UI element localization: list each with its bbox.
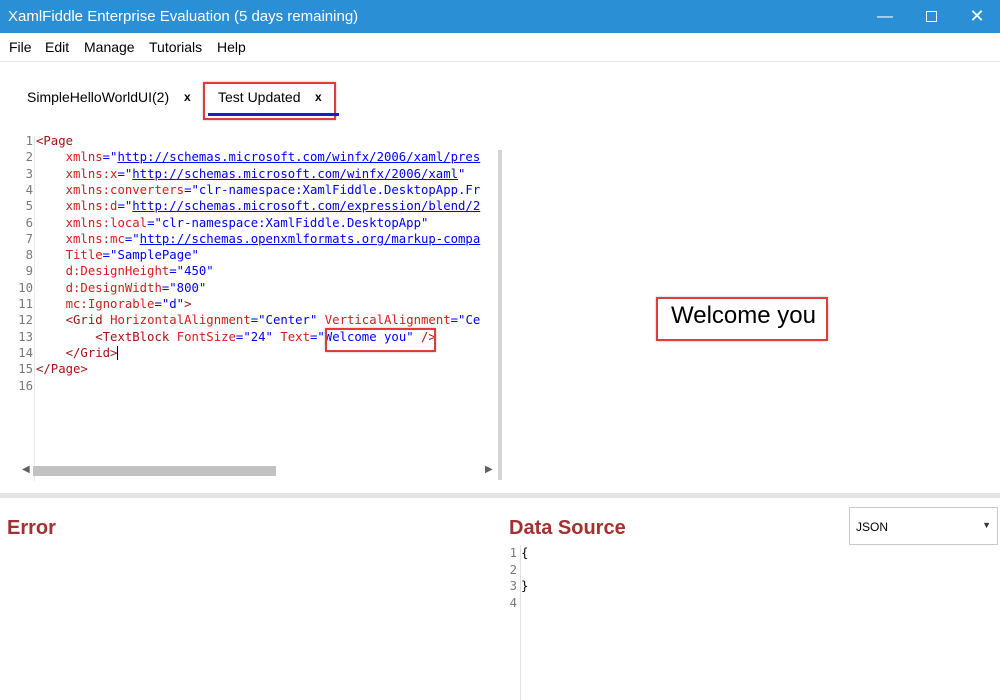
tab-close-icon[interactable]: x (184, 90, 191, 104)
code-token: xmlns:d (65, 199, 118, 214)
code-token: =" (102, 150, 118, 165)
code-token: ="SamplePage" (102, 248, 199, 263)
menu-edit[interactable]: Edit (45, 39, 69, 55)
code-token: HorizontalAlignment (110, 313, 251, 328)
code-token: ="Center" (250, 313, 318, 328)
tab-simplehelloworldui[interactable]: SimpleHelloWorldUI(2) (27, 89, 169, 105)
code-link[interactable]: http://schemas.microsoft.com/expression/… (132, 199, 480, 213)
code-token: d:DesignHeight (65, 264, 170, 279)
line-number: 12 (18, 313, 33, 328)
line-number: 11 (18, 297, 33, 311)
maximize-icon[interactable] (908, 0, 954, 33)
text-value-highlight (325, 328, 436, 352)
code-token: ="24" (235, 329, 273, 344)
xaml-editor[interactable]: 1 <Page 2 xmlns="http://schemas.microsoft… (18, 133, 502, 483)
code-token: <TextBlock (95, 329, 170, 344)
code-token: =" (117, 199, 133, 214)
line-number: 6 (25, 215, 33, 230)
code-token: Text (280, 329, 310, 344)
line-number: 1 (25, 134, 33, 148)
data-format-select[interactable]: JSON ▼ (849, 507, 998, 545)
data-line: { (521, 546, 529, 560)
menu-manage[interactable]: Manage (84, 39, 135, 55)
code-token: </Grid> (65, 345, 118, 360)
code-token: xmlns:mc (65, 231, 125, 246)
code-token: VerticalAlignment (324, 313, 451, 328)
line-number: 2 (25, 150, 33, 165)
tab-test-updated[interactable]: Test Updated (218, 89, 301, 105)
data-format-value: JSON (856, 520, 889, 534)
code-token: xmlns:x (65, 166, 118, 181)
text-caret (117, 346, 119, 361)
editor-vertical-scrollbar[interactable] (498, 150, 502, 480)
title-bar: XamlFiddle Enterprise Evaluation (5 days… (0, 0, 1000, 33)
line-number: 10 (18, 280, 33, 295)
scroll-left-icon[interactable]: ◀ (22, 464, 30, 475)
panel-splitter[interactable] (0, 493, 1000, 498)
menu-bar: File Edit Manage Tutorials Help (0, 33, 1000, 62)
preview-text: Welcome you (671, 302, 816, 329)
menu-help[interactable]: Help (217, 39, 246, 55)
code-link[interactable]: http://schemas.openxmlformats.org/markup… (140, 232, 481, 246)
close-icon[interactable]: ✕ (954, 0, 1000, 33)
code-token: ="d" (154, 297, 185, 311)
code-link[interactable]: http://schemas.microsoft.com/winfx/2006/… (132, 167, 458, 181)
code-link[interactable]: http://schemas.microsoft.com/winfx/2006/… (117, 150, 480, 164)
code-token: d:DesignWidth (65, 280, 162, 295)
window-title: XamlFiddle Enterprise Evaluation (5 days… (8, 8, 359, 25)
code-token: ="Ce (450, 313, 481, 328)
line-number: 5 (25, 199, 33, 214)
code-token: xmlns (65, 150, 103, 165)
horizontal-scrollbar-thumb[interactable] (33, 466, 276, 476)
minimize-icon[interactable]: — (862, 0, 908, 33)
line-number: 4 (25, 182, 33, 197)
data-line: } (521, 579, 529, 593)
code-token: mc:Ignorable (65, 297, 155, 311)
menu-file[interactable]: File (9, 39, 32, 55)
tab-close-icon[interactable]: x (315, 90, 322, 104)
menu-tutorials[interactable]: Tutorials (149, 39, 202, 55)
code-token: FontSize (176, 329, 236, 344)
scroll-right-icon[interactable]: ▶ (485, 464, 493, 475)
code-token: > (184, 297, 192, 311)
line-number: 1 (509, 546, 517, 560)
code-token: </Page> (36, 362, 88, 377)
line-number: 7 (25, 231, 33, 246)
data-source-title: Data Source (509, 517, 626, 539)
line-number: 16 (18, 378, 33, 393)
line-number: 13 (18, 329, 33, 344)
code-token: Title (65, 248, 103, 263)
code-token: <Page (36, 134, 74, 148)
line-number: 14 (18, 345, 33, 360)
active-tab-indicator (208, 113, 339, 116)
code-token: xmlns:converters (65, 182, 185, 197)
code-token: <Grid (65, 313, 103, 328)
line-number: 9 (25, 264, 33, 279)
line-number: 15 (18, 362, 33, 377)
code-token: ="450" (169, 264, 214, 279)
line-number: 3 (25, 166, 33, 181)
code-token: " (458, 166, 466, 181)
code-token: =" (117, 166, 133, 181)
line-number: 2 (509, 562, 517, 577)
code-token: xmlns:local (65, 215, 148, 230)
line-number: 3 (509, 579, 517, 593)
code-token: ="clr-namespace:XamlFiddle.DesktopApp.Fr (184, 182, 481, 197)
line-number: 4 (509, 595, 517, 610)
code-token: ="clr-namespace:XamlFiddle.DesktopApp" (147, 215, 429, 230)
code-token: =" (124, 231, 140, 246)
error-panel-title: Error (7, 517, 56, 539)
code-token: ="800" (161, 280, 207, 295)
chevron-down-icon: ▼ (982, 520, 991, 530)
line-number: 8 (25, 248, 33, 263)
